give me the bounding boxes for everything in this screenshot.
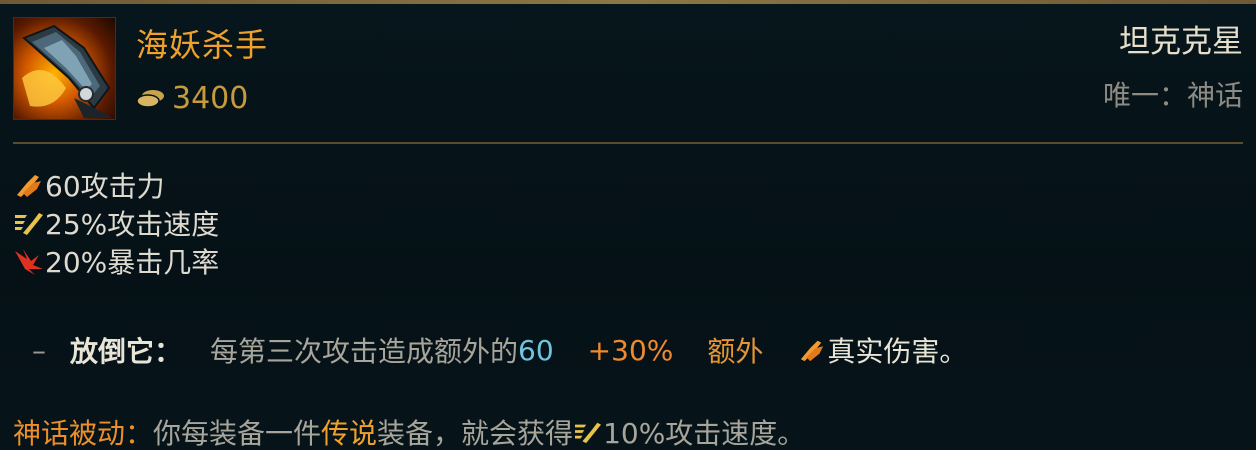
passive-bonus-label: 额外: [707, 335, 764, 368]
attack-damage-icon: [801, 340, 824, 362]
stat-row-attack-speed: 25%攻击速度: [13, 204, 219, 242]
item-cost: 3400: [172, 80, 249, 116]
item-name: 海妖杀手: [136, 26, 269, 64]
critical-strike-icon: [15, 249, 43, 275]
mythic-description-prefix: 你每装备一件: [153, 417, 322, 450]
item-category: 坦克克星: [1119, 24, 1243, 60]
item-uniqueness: 唯一：神话: [1102, 79, 1243, 112]
stats-list: 60攻击力 25%攻击速度 20%暴击几率: [13, 166, 219, 280]
attack-speed-icon: [15, 213, 43, 235]
passive-bring-it-down: – 放倒它： 每第三次攻击造成额外的 60 +30% 额外 真实伤害 。: [32, 330, 967, 370]
passive-name: 放倒它：: [70, 335, 183, 368]
item-tags: 坦克克星 唯一：神话: [1103, 20, 1243, 116]
item-tooltip: 海妖杀手 3400 坦克克星 唯一：神话 60攻击力 25%攻击速度 20%暴击…: [0, 0, 1256, 450]
passive-damage-type: 真实伤害: [827, 335, 940, 368]
attack-damage-icon: [17, 175, 41, 197]
passive-ratio-value: +30%: [587, 333, 674, 367]
stat-row-attack-damage: 60攻击力: [13, 166, 219, 204]
stat-text: 25%攻击速度: [45, 208, 220, 241]
item-cost-row: 3400: [136, 78, 248, 118]
passive-description: 每第三次攻击造成额外的: [210, 335, 519, 368]
stat-text: 20%暴击几率: [45, 246, 220, 279]
mythic-passive-name: 神话被动：: [13, 417, 154, 450]
gold-coins-icon: [136, 90, 164, 108]
mythic-bonus: 10%攻击速度。: [603, 417, 806, 450]
header-divider: [13, 142, 1243, 144]
sword-gauntlet-item-icon: [13, 17, 116, 120]
mythic-legendary-word: 传说: [321, 417, 378, 450]
stat-text: 60攻击力: [45, 170, 165, 203]
passive-base-value: 60: [518, 333, 554, 367]
attack-speed-icon: [575, 422, 602, 444]
passive-dash: –: [32, 333, 46, 367]
mythic-description-middle: 装备，就会获得: [377, 417, 574, 450]
passive-period: 。: [939, 335, 968, 368]
mythic-passive: 神话被动： 你每装备一件 传说 装备，就会获得 10%攻击速度。: [13, 412, 805, 450]
top-border: [0, 0, 1256, 4]
stat-row-critical-strike: 20%暴击几率: [13, 242, 219, 280]
